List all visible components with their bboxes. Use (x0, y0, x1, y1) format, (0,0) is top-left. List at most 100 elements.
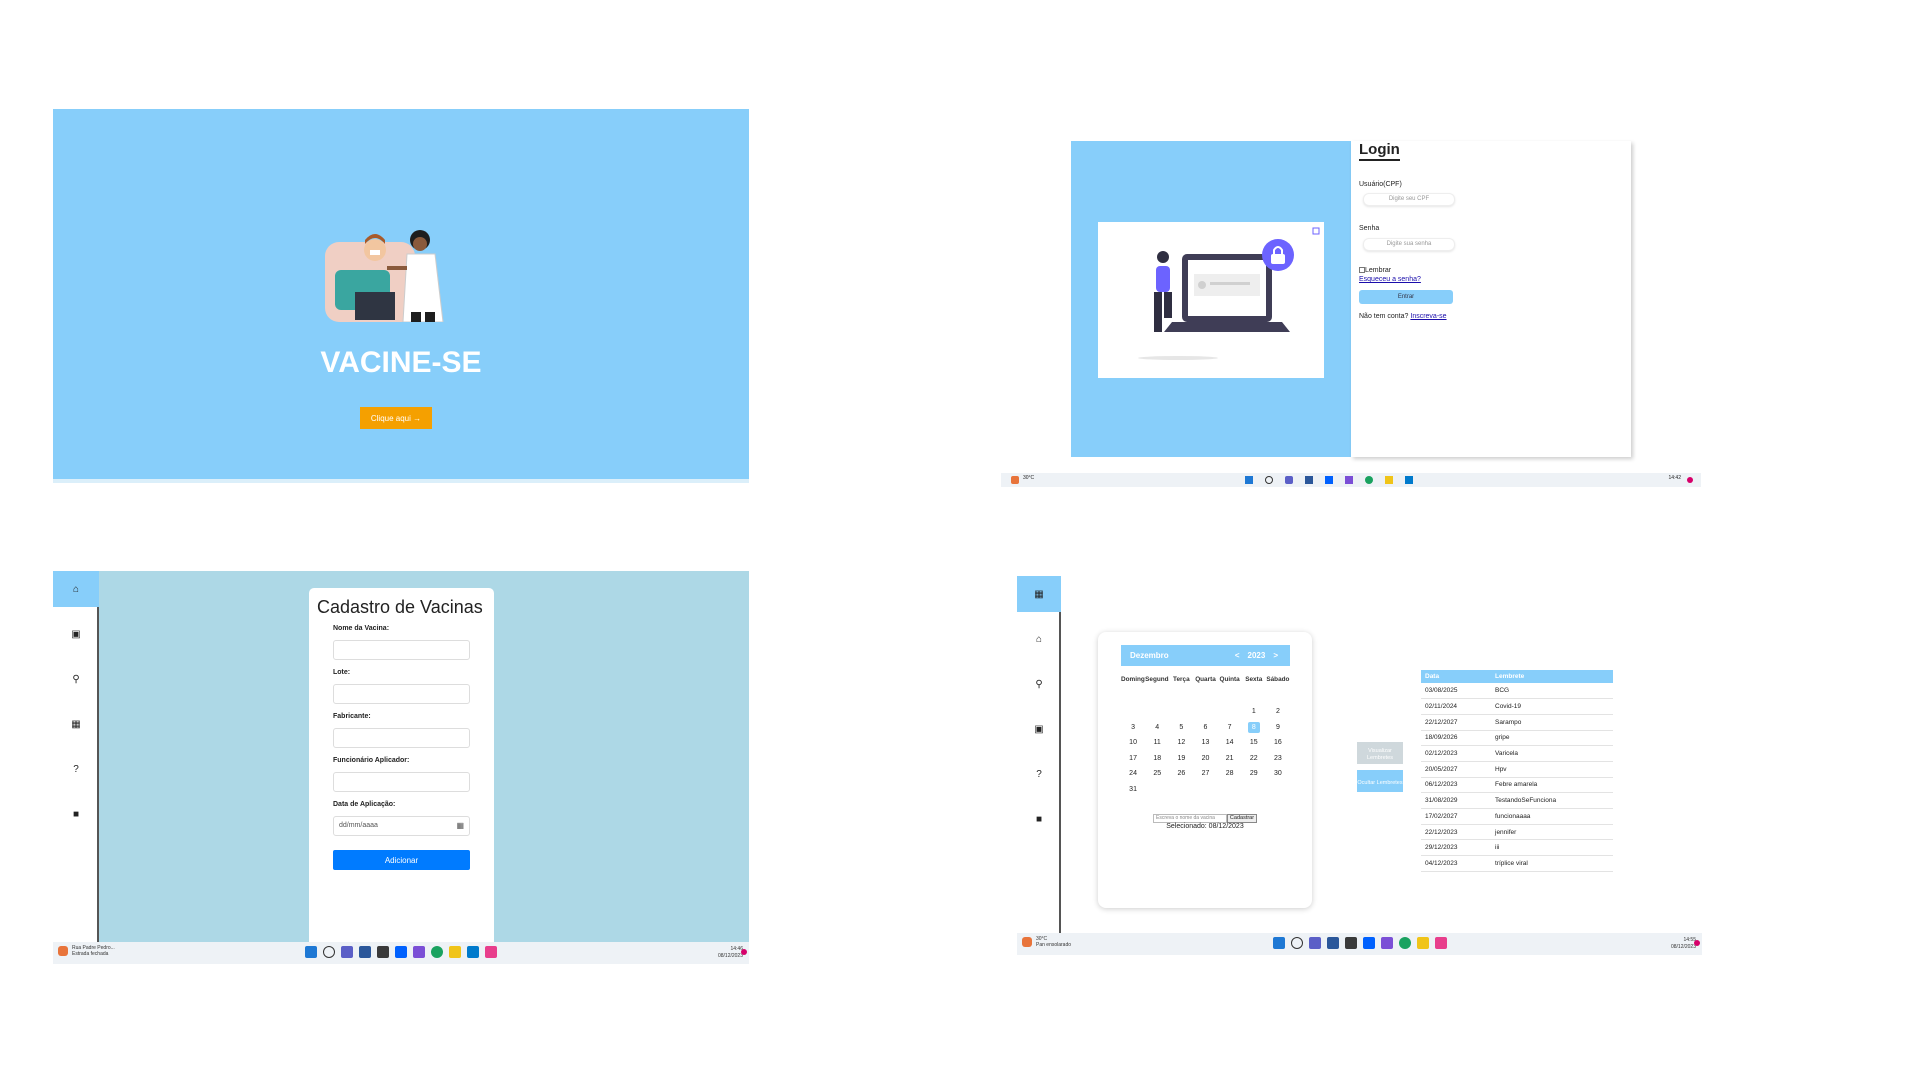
chat-icon[interactable] (341, 946, 353, 958)
dropbox-icon[interactable] (1325, 476, 1333, 484)
day-cell[interactable]: 19 (1169, 751, 1193, 767)
edge-icon[interactable] (431, 946, 443, 958)
day-cell[interactable]: 12 (1169, 735, 1193, 751)
vaccine-name-input[interactable] (333, 640, 470, 660)
day-cell[interactable]: 2 (1266, 704, 1290, 720)
remember-option[interactable]: Lembrar (1359, 267, 1391, 274)
dropbox-icon[interactable] (395, 946, 407, 958)
day-cell[interactable]: 5 (1169, 720, 1193, 736)
day-cell[interactable]: 27 (1193, 766, 1217, 782)
day-cell[interactable]: 24 (1121, 766, 1145, 782)
date-input[interactable]: dd/mm/aaaa ▦ (333, 816, 470, 836)
folder-icon[interactable] (1385, 476, 1393, 484)
start-icon[interactable] (1272, 937, 1285, 949)
start-icon[interactable] (1245, 476, 1253, 484)
search-icon[interactable] (1290, 937, 1303, 949)
day-cell[interactable]: 28 (1218, 766, 1242, 782)
snip-icon[interactable] (485, 946, 497, 958)
notification-badge[interactable] (741, 949, 747, 955)
sidebar-home-icon[interactable]: ⌂ (53, 571, 99, 607)
chat-icon[interactable] (1285, 476, 1293, 484)
day-cell[interactable]: 16 (1266, 735, 1290, 751)
app-icon[interactable] (1326, 937, 1339, 949)
sidebar-id-card-icon[interactable]: ▣ (1017, 711, 1061, 747)
hide-reminders-button[interactable]: Ocultar Lembretes (1357, 770, 1403, 792)
manufacturer-input[interactable] (333, 728, 470, 748)
sidebar-calendar-icon[interactable]: ▦ (1017, 576, 1061, 612)
vaccine-name-input[interactable]: Escreva o nome da vacina (1153, 814, 1227, 823)
signup-link[interactable]: Inscreva-se (1410, 313, 1446, 320)
taskbar-news[interactable]: Rua Padre Pedro... Estrada fechada (58, 945, 115, 957)
sidebar-location-icon[interactable]: ⚲ (1017, 666, 1061, 702)
chat-icon[interactable] (1308, 937, 1321, 949)
day-cell[interactable]: 21 (1218, 751, 1242, 767)
day-cell[interactable]: 7 (1218, 720, 1242, 736)
search-icon[interactable] (323, 946, 335, 958)
folder-icon[interactable] (449, 946, 461, 958)
prev-button[interactable]: < (1235, 651, 1240, 660)
search-icon[interactable] (1265, 476, 1273, 484)
day-cell[interactable]: 13 (1193, 735, 1217, 751)
day-cell[interactable]: 15 (1242, 735, 1266, 751)
day-cell[interactable]: 3 (1121, 720, 1145, 736)
staff-input[interactable] (333, 772, 470, 792)
day-cell[interactable]: 11 (1145, 735, 1169, 751)
sidebar-briefcase-icon[interactable]: ■ (1017, 801, 1061, 837)
day-cell[interactable]: 23 (1266, 751, 1290, 767)
store-icon[interactable] (1344, 937, 1357, 949)
next-button[interactable]: > (1273, 651, 1278, 660)
day-cell[interactable]: 14 (1218, 735, 1242, 751)
day-cell[interactable]: 17 (1121, 751, 1145, 767)
notification-badge[interactable] (1694, 940, 1700, 946)
vscode-icon[interactable] (467, 946, 479, 958)
day-cell[interactable]: 8 (1242, 720, 1266, 736)
dropbox-icon[interactable] (1362, 937, 1375, 949)
show-reminders-button[interactable]: Visualizar Lembretes (1357, 742, 1403, 764)
vs-icon[interactable] (1345, 476, 1353, 484)
sidebar-calendar-icon[interactable]: ▦ (53, 706, 99, 742)
day-cell[interactable]: 29 (1242, 766, 1266, 782)
sidebar-help-icon[interactable]: ? (1017, 756, 1061, 792)
clock[interactable]: 14:55 08/12/2023 (1671, 937, 1700, 951)
day-cell[interactable]: 10 (1121, 735, 1145, 751)
snip-icon[interactable] (1434, 937, 1447, 949)
day-cell[interactable]: 22 (1242, 751, 1266, 767)
start-icon[interactable] (305, 946, 317, 958)
calendar-icon[interactable]: ▦ (456, 817, 464, 835)
sidebar-briefcase-icon[interactable]: ■ (53, 796, 99, 832)
sidebar-location-icon[interactable]: ⚲ (53, 661, 99, 697)
register-button[interactable]: Cadastrar (1227, 814, 1257, 823)
taskbar-weather[interactable]: 30°C Pan ensolarado (1022, 936, 1071, 948)
day-cell[interactable]: 4 (1145, 720, 1169, 736)
day-cell[interactable]: 9 (1266, 720, 1290, 736)
password-input[interactable]: Digite sua senha (1363, 238, 1455, 251)
app-icon[interactable] (359, 946, 371, 958)
edge-icon[interactable] (1398, 937, 1411, 949)
notification-badge[interactable] (1687, 477, 1693, 483)
add-button[interactable]: Adicionar (333, 850, 470, 870)
day-cell[interactable]: 1 (1242, 704, 1266, 720)
forgot-password-link[interactable]: Esqueceu a senha? (1359, 276, 1421, 283)
day-cell[interactable]: 25 (1145, 766, 1169, 782)
lot-input[interactable] (333, 684, 470, 704)
day-cell[interactable]: 20 (1193, 751, 1217, 767)
vscode-icon[interactable] (1405, 476, 1413, 484)
folder-icon[interactable] (1416, 937, 1429, 949)
day-cell[interactable]: 26 (1169, 766, 1193, 782)
day-cell[interactable]: 18 (1145, 751, 1169, 767)
vs-icon[interactable] (1380, 937, 1393, 949)
sidebar-help-icon[interactable]: ? (53, 751, 99, 787)
app-icon[interactable] (1305, 476, 1313, 484)
edge-icon[interactable] (1365, 476, 1373, 484)
day-cell[interactable]: 6 (1193, 720, 1217, 736)
vs-icon[interactable] (413, 946, 425, 958)
enter-button[interactable]: Entrar (1359, 290, 1453, 304)
day-cell[interactable]: 30 (1266, 766, 1290, 782)
sidebar-home-icon[interactable]: ⌂ (1017, 621, 1061, 657)
clock[interactable]: 14:46 08/12/2023 (718, 946, 747, 960)
store-icon[interactable] (377, 946, 389, 958)
day-cell[interactable]: 31 (1121, 782, 1145, 798)
cpf-input[interactable]: Digite seu CPF (1363, 193, 1455, 206)
sidebar-id-card-icon[interactable]: ▣ (53, 616, 99, 652)
cta-button[interactable]: Clique aqui → (360, 407, 432, 429)
